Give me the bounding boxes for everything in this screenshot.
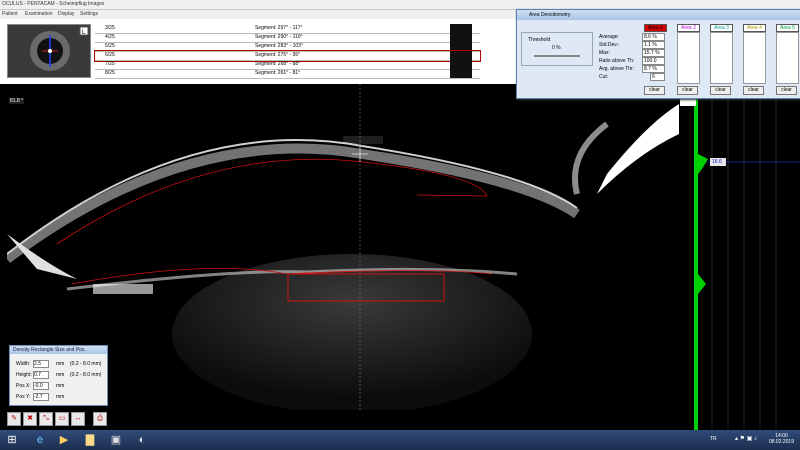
threshold-value: 0 % xyxy=(552,45,561,51)
angle-readout: 81.8 ° xyxy=(9,98,25,104)
dialog-titlebar[interactable]: Density Rectangle Size and Pos. xyxy=(10,346,107,354)
move-tool-icon[interactable]: ⤡ xyxy=(39,412,53,426)
pentacam-icon[interactable]: ▣ xyxy=(108,432,124,448)
threshold-group: Threshold 0 % xyxy=(521,32,593,66)
folder-icon[interactable]: ▇ xyxy=(82,432,98,448)
area-3-header[interactable]: Area 3 xyxy=(710,24,733,32)
window-title: Area Densitometry xyxy=(529,12,571,18)
print-tool-icon[interactable]: ⎙ xyxy=(93,412,107,426)
avg-above-value: 8.7 % xyxy=(642,65,665,73)
graph-value: 16.6 xyxy=(712,159,722,165)
segment-bar xyxy=(450,51,472,60)
clear-area-1-button[interactable]: clear xyxy=(644,86,665,95)
std-dev-value: 1.1 % xyxy=(642,41,665,49)
area-2-values xyxy=(677,32,700,84)
ratio-value: 100.0 xyxy=(642,57,665,65)
delete-tool-icon[interactable]: ✖ xyxy=(23,412,37,426)
taskbar: ⊞ e ▶ ▇ ▣ ◐ TR ▴ ⚑ ▣ ♪ 14:00 08.02.2019 xyxy=(0,430,800,450)
rectangle-tool-icon[interactable]: ▭ xyxy=(55,412,69,426)
scan-app-icon[interactable]: ◐ xyxy=(134,432,150,448)
area-4-header[interactable]: Area 4 xyxy=(743,24,766,32)
menu-settings[interactable]: Settings xyxy=(80,11,98,17)
pos-y-input[interactable]: -2.7 xyxy=(33,393,49,401)
menu-display[interactable]: Display xyxy=(58,11,74,17)
window-titlebar[interactable]: Area Densitometry xyxy=(517,10,800,20)
segment-bar xyxy=(450,60,472,69)
eye-thumbnail[interactable]: L xyxy=(7,24,91,78)
width-input[interactable]: 2.5 xyxy=(33,360,49,368)
resize-tool-icon[interactable]: ↔ xyxy=(71,412,85,426)
average-value: 8.6 % xyxy=(642,33,665,41)
threshold-label: Threshold xyxy=(528,37,551,43)
menu-examination[interactable]: Examination xyxy=(25,11,53,17)
area-3-values xyxy=(710,32,733,84)
list-item[interactable]: 8/25 Segment: 261° - 81° xyxy=(95,69,480,79)
area-densitometry-window[interactable]: Area Densitometry Threshold 0 % Average:… xyxy=(516,9,800,99)
segment-bar xyxy=(450,33,472,42)
segment-list[interactable]: 3/25 Segment: 297° - 117° 4/25 Segment: … xyxy=(94,24,481,79)
media-player-icon[interactable]: ▶ xyxy=(56,432,72,448)
tray-icons[interactable]: ▴ ⚑ ▣ ♪ xyxy=(735,435,757,442)
area-2-header[interactable]: Area 2 xyxy=(677,24,700,32)
density-graph: 16.6 xyxy=(680,84,800,430)
area-4-values xyxy=(743,32,766,84)
area-5-values xyxy=(776,32,799,84)
language-indicator[interactable]: TR xyxy=(710,436,717,442)
area-5-header[interactable]: Area 5 xyxy=(776,24,799,32)
clear-area-4-button[interactable]: clear xyxy=(743,86,764,95)
max-value: 15.7 % xyxy=(642,49,665,57)
height-input[interactable]: 0.7 xyxy=(33,371,49,379)
pos-x-input[interactable]: -0.0 xyxy=(33,382,49,390)
clear-area-5-button[interactable]: clear xyxy=(776,86,797,95)
menu-patient[interactable]: Patient xyxy=(2,11,18,17)
internet-explorer-icon[interactable]: e xyxy=(32,432,48,448)
edit-tool-icon[interactable]: ✎ xyxy=(7,412,21,426)
cut-value[interactable]: 6 xyxy=(650,73,665,81)
dialog-title: Density Rectangle Size and Pos. xyxy=(13,347,86,353)
windows-start-icon[interactable]: ⊞ xyxy=(4,432,20,448)
threshold-slider[interactable] xyxy=(534,55,580,57)
tool-bar: ✎ ✖ ⤡ ▭ ↔ ⎙ xyxy=(7,410,117,430)
clear-area-2-button[interactable]: clear xyxy=(677,86,698,95)
clear-area-3-button[interactable]: clear xyxy=(710,86,731,95)
window-title: OCULUS - PENTACAM - Scheimpflug Images xyxy=(2,1,105,7)
segment-bar xyxy=(450,69,472,78)
clock-date: 08.02.2019 xyxy=(768,439,794,445)
area-1-header[interactable]: Area 1 xyxy=(644,24,667,32)
segment-bar xyxy=(450,42,472,51)
segment-bar xyxy=(450,24,472,33)
rectangle-size-dialog[interactable]: Density Rectangle Size and Pos. Width: 2… xyxy=(9,345,108,406)
system-clock[interactable]: 14:00 08.02.2019 xyxy=(769,433,794,445)
